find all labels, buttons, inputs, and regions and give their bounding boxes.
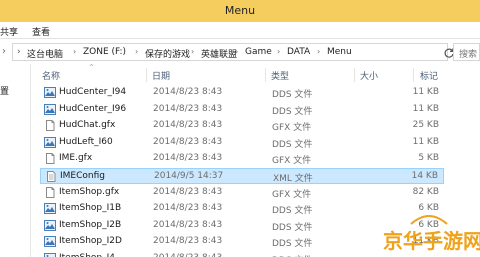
file-row[interactable]: IME.gfx 2014/8/23 8:43 GFX 文件 5 KB <box>40 151 444 167</box>
breadcrumb-separator-icon[interactable]: › <box>135 47 138 56</box>
file-date: 2014/9/5 14:37 <box>154 171 224 181</box>
sort-caret-icon: ^ <box>89 64 95 71</box>
column-type[interactable]: 类型 <box>271 69 289 82</box>
file-name: HudCenter_I94 <box>59 87 127 97</box>
column-name[interactable]: 名称 <box>42 69 60 82</box>
file-type: DDS 文件 <box>272 90 313 100</box>
column-divider[interactable] <box>146 68 147 82</box>
file-date: 2014/8/23 8:43 <box>153 103 223 114</box>
file-name: ItemShop.gfx <box>59 186 120 197</box>
file-date: 2014/8/23 8:43 <box>153 186 223 197</box>
watermark-logo-icon <box>410 215 448 225</box>
file-size: 5 KB <box>418 153 439 164</box>
file-date: 2014/8/23 8:43 <box>153 219 223 230</box>
column-header: ^ 名称 日期 类型 大小 标记 <box>31 64 480 84</box>
file-name: IME.gfx <box>59 153 93 164</box>
file-size: 25 KB <box>412 120 439 131</box>
search-placeholder: 搜索 <box>459 50 478 60</box>
breadcrumb-game[interactable]: Game <box>245 47 272 57</box>
file-type: DDS 文件 <box>272 239 313 250</box>
breadcrumb-data[interactable]: DATA <box>287 47 310 57</box>
title-bar: Menu <box>0 0 480 22</box>
file-name: ItemShop_I1B <box>59 203 122 214</box>
file-name: ItemShop_I2B <box>59 219 122 230</box>
file-type: XML 文件 <box>273 174 313 184</box>
watermark: 京华手游网 <box>381 215 480 253</box>
file-row[interactable]: HudCenter_I96 2014/8/23 8:43 DDS 文件 11 KB <box>40 102 444 118</box>
breadcrumb-root-arrow: › <box>17 47 21 57</box>
file-type: GFX 文件 <box>272 123 312 134</box>
column-divider[interactable] <box>413 68 414 82</box>
file-name: ItemShop_I2D <box>59 236 122 247</box>
address-bar[interactable]: › 这台电脑 › ZONE (F:) › 保存的游戏 › 英雄联盟 › Game… <box>12 43 454 61</box>
breadcrumb-zone[interactable]: ZONE (F:) <box>83 47 126 57</box>
file-name: HudLeft_I60 <box>59 136 113 147</box>
file-type: DDS 文件 <box>272 206 313 217</box>
file-size: 14 KB <box>411 171 438 181</box>
breadcrumb-lol[interactable]: 英雄联盟 <box>201 47 237 60</box>
file-row[interactable]: HudChat.gfx 2014/8/23 8:43 GFX 文件 25 KB <box>40 118 444 134</box>
file-date: 2014/8/23 8:43 <box>153 120 223 131</box>
column-divider[interactable] <box>265 68 266 82</box>
file-row[interactable]: ItemShop.gfx 2014/8/23 8:43 GFX 文件 82 KB <box>40 185 444 201</box>
watermark-text: 京华手游网 <box>383 229 480 253</box>
file-type: GFX 文件 <box>272 156 312 167</box>
file-row[interactable]: HudCenter_I94 2014/8/23 8:43 DDS 文件 11 KB <box>40 85 444 101</box>
file-type: GFX 文件 <box>272 189 312 200</box>
ribbon-tabs: 共享 查看 <box>0 22 480 39</box>
file-date: 2014/8/23 8:43 <box>153 203 223 214</box>
file-date: 2014/8/23 8:43 <box>153 136 223 147</box>
file-type: DDS 文件 <box>272 222 313 233</box>
breadcrumb-saved-games[interactable]: 保存的游戏 <box>145 47 190 60</box>
breadcrumb-this-pc[interactable]: 这台电脑 <box>27 47 63 60</box>
file-size: 11 KB <box>412 87 439 97</box>
file-type: DDS 文件 <box>272 106 313 117</box>
file-name: IMEConfig <box>60 171 105 181</box>
column-date[interactable]: 日期 <box>152 69 170 82</box>
file-name: HudCenter_I96 <box>59 103 127 114</box>
breadcrumb-menu[interactable]: Menu <box>327 47 352 57</box>
file-name: ItemShop_I4 <box>59 253 115 257</box>
navigation-pane: 置 <box>0 64 30 257</box>
file-name: HudChat.gfx <box>59 120 116 131</box>
pane-divider[interactable] <box>30 64 31 257</box>
file-size: 11 KB <box>412 136 439 147</box>
file-row[interactable]: ItemShop_I1B 2014/8/23 8:43 DDS 文件 6 KB <box>40 201 444 217</box>
file-date: 2014/8/23 8:43 <box>153 236 223 247</box>
column-tags[interactable]: 标记 <box>420 69 438 82</box>
file-date: 2014/8/23 8:43 <box>153 253 222 257</box>
breadcrumb-separator-icon[interactable]: › <box>73 47 76 56</box>
column-divider[interactable] <box>354 68 355 82</box>
nav-item-label[interactable]: 置 <box>0 84 9 97</box>
address-row: › › 这台电脑 › ZONE (F:) › 保存的游戏 › 英雄联盟 › Ga… <box>0 40 480 64</box>
tab-view[interactable]: 查看 <box>32 25 50 38</box>
file-type: DDS 文件 <box>272 139 313 150</box>
file-date: 2014/8/23 8:43 <box>153 153 223 164</box>
search-input[interactable]: 搜索 <box>453 43 480 61</box>
window-title: Menu <box>224 4 256 17</box>
breadcrumb-separator-icon[interactable]: › <box>235 47 238 56</box>
breadcrumb-separator-icon[interactable]: › <box>317 47 320 56</box>
breadcrumb-separator-icon[interactable]: › <box>277 47 280 56</box>
file-size: 11 KB <box>412 103 439 114</box>
file-type: DDS 文件 <box>272 253 312 257</box>
file-date: 2014/8/23 8:43 <box>153 87 223 97</box>
chevron-right-icon[interactable]: › <box>2 46 12 58</box>
file-size: 82 KB <box>412 186 439 197</box>
tab-share[interactable]: 共享 <box>0 25 18 38</box>
breadcrumb-separator-icon[interactable]: › <box>191 47 194 56</box>
file-row[interactable]: IMEConfig 2014/9/5 14:37 XML 文件 14 KB <box>40 168 444 184</box>
column-size[interactable]: 大小 <box>360 69 378 82</box>
file-row[interactable]: HudLeft_I60 2014/8/23 8:43 DDS 文件 11 KB <box>40 135 444 151</box>
